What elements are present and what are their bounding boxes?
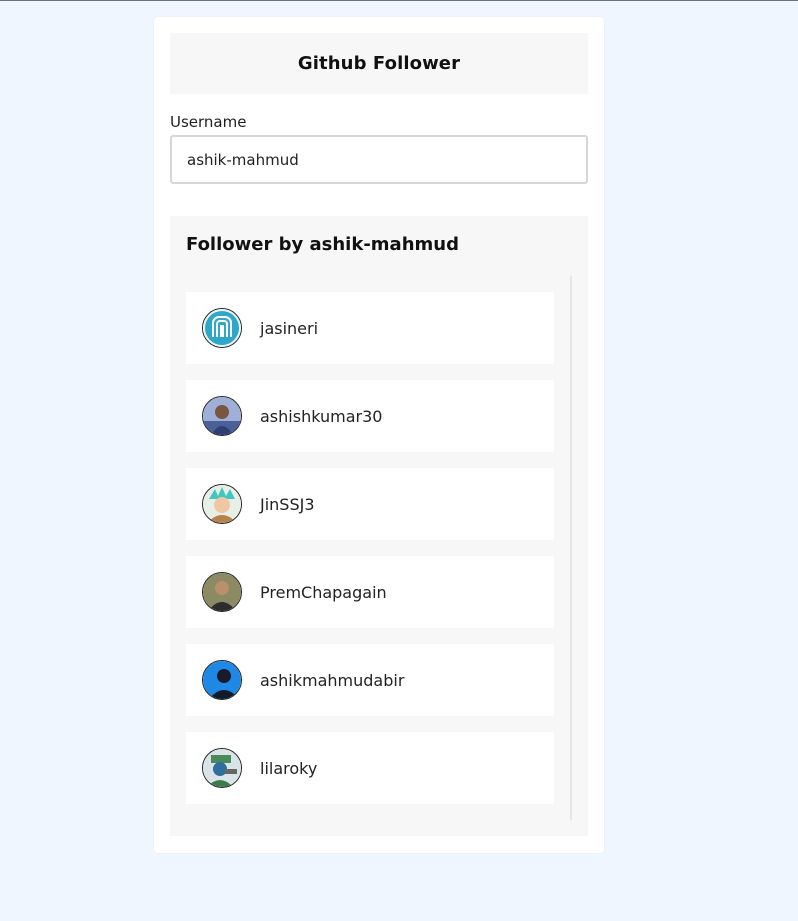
user-photo-avatar	[202, 396, 242, 436]
follower-item[interactable]: lilaroky	[186, 732, 554, 804]
follower-item[interactable]: JinSSJ3	[186, 468, 554, 540]
anime-avatar	[202, 484, 242, 524]
app-header: Github Follower	[170, 33, 588, 94]
followers-scrollbar[interactable]	[570, 276, 572, 820]
follower-item[interactable]: PremChapagain	[186, 556, 554, 628]
follower-username: PremChapagain	[260, 582, 387, 602]
followers-panel: Follower by ashik-mahmud jasineri ashish…	[170, 216, 588, 836]
follower-username: JinSSJ3	[260, 494, 315, 514]
follower-username: ashishkumar30	[260, 406, 383, 426]
follower-username: lilaroky	[260, 758, 318, 778]
logo-avatar	[202, 308, 242, 348]
username-input[interactable]	[170, 135, 588, 184]
followers-list: jasineri ashishkumar30 JinSSJ3 PremChapa…	[186, 292, 554, 820]
followers-title: Follower by ashik-mahmud	[186, 234, 459, 255]
follower-username: ashikmahmudabir	[260, 670, 405, 690]
follower-item[interactable]: jasineri	[186, 292, 554, 364]
user-photo-avatar	[202, 660, 242, 700]
follower-item[interactable]: ashishkumar30	[186, 380, 554, 452]
username-label: Username	[170, 113, 247, 131]
follower-username: jasineri	[260, 318, 319, 338]
follower-item[interactable]: ashikmahmudabir	[186, 644, 554, 716]
github-follower-card: Github Follower Username Follower by ash…	[154, 17, 604, 853]
user-photo-avatar	[202, 572, 242, 612]
app-title: Github Follower	[297, 53, 461, 74]
cartoon-avatar	[202, 748, 242, 788]
